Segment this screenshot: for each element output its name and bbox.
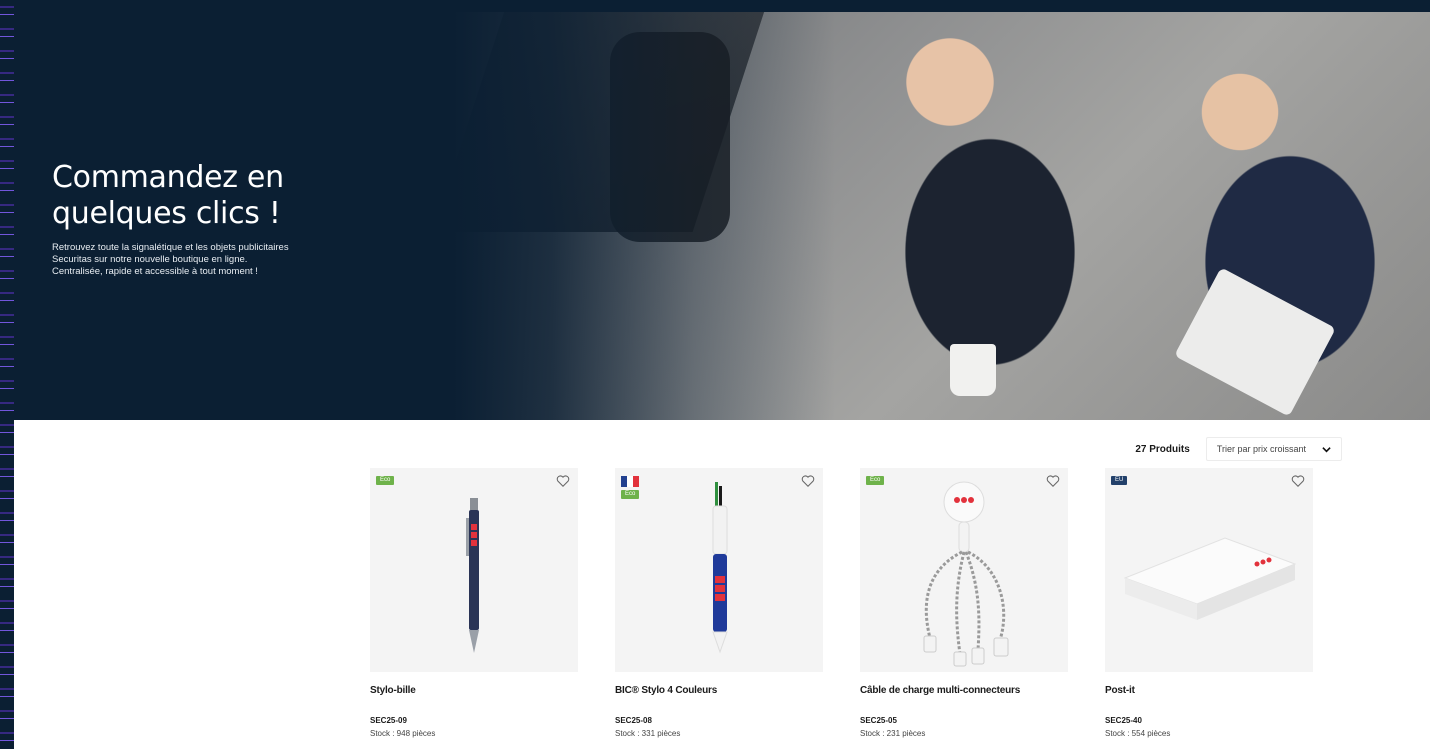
hero-title: Commandez en quelques clics !	[52, 160, 412, 232]
product-image[interactable]: Eco	[860, 468, 1068, 672]
product-listing: 27 Produits Trier par prix croissant Eco	[14, 420, 1430, 749]
post-it-illustration	[1123, 537, 1297, 620]
product-image[interactable]: EU	[1105, 468, 1313, 672]
product-stock: Stock : 231 pièces	[860, 729, 926, 738]
hero-title-line-1: Commandez en	[52, 160, 284, 195]
hero-subtitle-line-1: Retrouvez toute la signalétique et les o…	[52, 242, 289, 253]
product-image[interactable]: Eco	[370, 468, 578, 672]
hero-subtitle-line-3: Centralisée, rapide et accessible à tout…	[52, 266, 258, 277]
product-card[interactable]: Eco Câble de charge multi-connecteurs SE…	[860, 468, 1068, 738]
product-name[interactable]: Câble de charge multi-connecteurs	[860, 685, 1068, 696]
cable-illustration	[923, 481, 1009, 667]
hero-subtitle: Retrouvez toute la signalétique et les o…	[52, 242, 412, 278]
product-card[interactable]: Eco BIC® Stylo 4 Couleurs SEC25-08 Stock…	[615, 468, 823, 738]
product-sku: SEC25-08	[615, 716, 652, 725]
sort-select[interactable]: Trier par prix croissant	[1205, 437, 1342, 461]
product-name[interactable]: BIC® Stylo 4 Couleurs	[615, 685, 823, 696]
product-sku: SEC25-09	[370, 716, 407, 725]
sort-label: Trier par prix croissant	[1216, 444, 1306, 454]
product-card[interactable]: EU Post-it SEC25-40 Stock : 554 pièces	[1105, 468, 1313, 738]
bic-pen-illustration	[712, 482, 728, 654]
product-name[interactable]: Stylo-bille	[370, 685, 578, 696]
hero-text: Commandez en quelques clics ! Retrouvez t…	[52, 160, 412, 278]
product-sku: SEC25-05	[860, 716, 897, 725]
listing-toolbar: 27 Produits Trier par prix croissant	[1135, 434, 1342, 464]
product-name[interactable]: Post-it	[1105, 685, 1313, 696]
product-count: 27 Produits	[1135, 443, 1190, 455]
hero-banner: Commandez en quelques clics ! Retrouvez t…	[14, 12, 1430, 420]
pen-illustration	[466, 498, 479, 653]
product-sku: SEC25-40	[1105, 716, 1142, 725]
hero-title-line-2: quelques clics !	[52, 196, 281, 231]
product-stock: Stock : 331 pièces	[615, 729, 681, 738]
product-stock: Stock : 554 pièces	[1105, 729, 1171, 738]
hero-subtitle-line-2: Securitas sur notre nouvelle boutique en…	[52, 254, 248, 265]
chevron-down-icon	[1322, 446, 1331, 452]
product-grid: Eco Stylo-bille SEC25-09 Stock : 948 piè…	[370, 468, 1313, 738]
product-stock: Stock : 948 pièces	[370, 729, 436, 738]
product-card[interactable]: Eco Stylo-bille SEC25-09 Stock : 948 piè…	[370, 468, 578, 738]
product-image[interactable]: Eco	[615, 468, 823, 672]
left-edge-strip	[0, 0, 14, 749]
